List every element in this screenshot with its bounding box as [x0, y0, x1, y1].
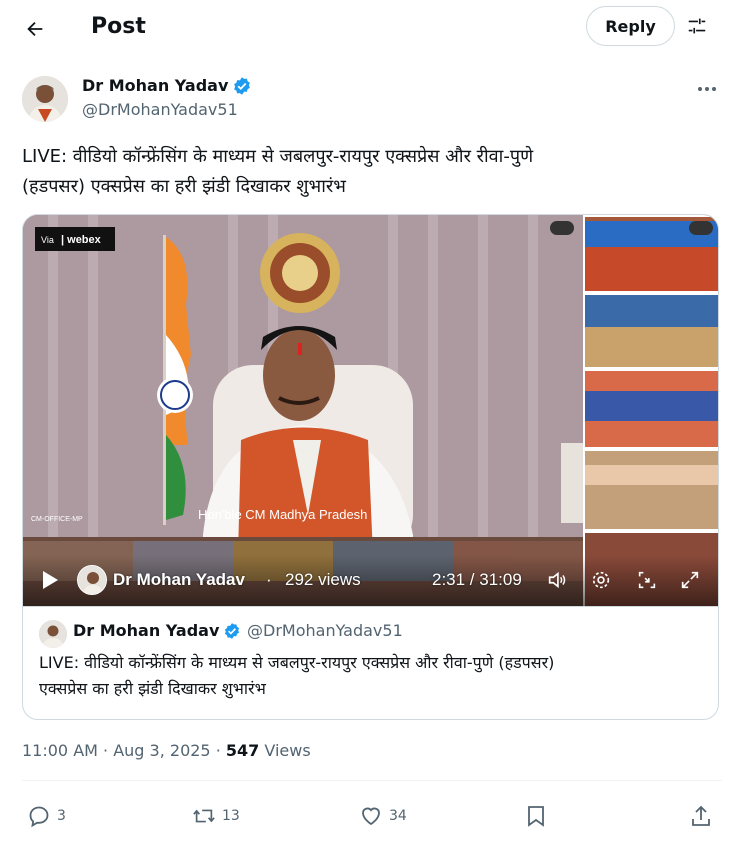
page-title: Post	[91, 14, 146, 39]
repost-action[interactable]: 13	[192, 804, 240, 828]
author-name[interactable]: Dr Mohan Yadav	[82, 75, 228, 97]
post-meta: 11:00 AM · Aug 3, 2025 · 547 Views	[22, 740, 311, 762]
divider	[22, 780, 722, 781]
heart-icon	[362, 807, 380, 826]
settings-icon	[592, 571, 610, 589]
fullscreen-button[interactable]	[678, 568, 702, 592]
miniplayer-icon	[638, 571, 656, 589]
action-bar: 3 13 34	[0, 800, 750, 836]
settings-button[interactable]	[589, 568, 613, 592]
back-arrow-icon	[27, 21, 43, 37]
repost-count: 13	[222, 808, 240, 824]
post-text-line: (हडपसर) एक्सप्रेस का हरी झंडी दिखाकर शुभ…	[22, 176, 346, 197]
post-header: Post Reply	[0, 0, 750, 56]
post-timestamp[interactable]: 11:00 AM · Aug 3, 2025 ·	[22, 741, 226, 760]
miniplayer-button[interactable]	[635, 568, 659, 592]
video-frame: Via | webex Hon'ble CM Madhya Pradesh CM…	[23, 215, 718, 606]
separator: ·	[266, 570, 272, 589]
video-caption: Hon'ble CM Madhya Pradesh	[198, 507, 367, 522]
video-player[interactable]: Via | webex Hon'ble CM Madhya Pradesh CM…	[23, 215, 718, 606]
channel-name[interactable]: Dr Mohan Yadav	[113, 569, 245, 591]
reply-action[interactable]: 3	[27, 804, 66, 828]
verified-badge-icon	[234, 77, 251, 95]
verified-badge-icon	[225, 623, 240, 639]
channel-avatar[interactable]	[77, 565, 107, 595]
back-button[interactable]	[18, 12, 52, 46]
svg-text:| webex: | webex	[61, 234, 102, 246]
author-row: Dr Mohan Yadav @DrMohanYadav51	[22, 72, 722, 128]
play-button[interactable]	[39, 568, 61, 592]
like-count: 34	[389, 808, 407, 824]
quoted-text-line: LIVE: वीडियो कॉन्फ्रेंसिंग के माध्यम से …	[39, 653, 555, 672]
quoted-text: LIVE: वीडियो कॉन्फ्रेंसिंग के माध्यम से …	[39, 650, 709, 702]
views-count[interactable]: 547	[226, 741, 259, 760]
bookmark-action[interactable]	[524, 804, 548, 828]
quoted-text-line: एक्सप्रेस का हरी झंडी दिखाकर शुभारंभ	[39, 679, 266, 698]
quoted-avatar	[39, 620, 67, 648]
reply-filter-button[interactable]	[684, 13, 710, 39]
quoted-handle: @DrMohanYadav51	[247, 621, 403, 640]
fullscreen-icon	[681, 571, 699, 589]
reply-icon	[29, 806, 49, 828]
volume-button[interactable]	[545, 568, 569, 592]
avatar[interactable]	[22, 76, 68, 122]
quote-card[interactable]: Via | webex Hon'ble CM Madhya Pradesh CM…	[22, 214, 719, 720]
author-handle[interactable]: @DrMohanYadav51	[82, 99, 238, 121]
quoted-post[interactable]: Dr Mohan Yadav @DrMohanYadav51 LIVE: वीड…	[23, 606, 718, 719]
more-horizontal-icon	[698, 87, 716, 91]
quoted-author-name: Dr Mohan Yadav	[73, 621, 220, 640]
video-time: 2:31 / 31:09	[432, 570, 522, 589]
reply-count: 3	[57, 808, 66, 824]
reply-button[interactable]: Reply	[586, 6, 675, 46]
video-views: 292 views	[285, 570, 361, 589]
views-label: Views	[259, 741, 311, 760]
sliders-icon	[688, 18, 706, 34]
volume-icon	[548, 571, 566, 589]
share-action[interactable]	[689, 804, 713, 828]
svg-text:Via: Via	[41, 235, 54, 245]
bookmark-icon	[528, 806, 544, 827]
quoted-author: Dr Mohan Yadav	[73, 620, 241, 642]
author-name-wrap[interactable]: Dr Mohan Yadav	[82, 75, 252, 97]
more-options-button[interactable]	[694, 78, 720, 100]
svg-text:CM-OFFICE-MP: CM-OFFICE-MP	[31, 516, 83, 523]
post-text: LIVE: वीडियो कॉन्फ्रेंसिंग के माध्यम से …	[22, 142, 722, 202]
repost-icon	[193, 809, 215, 823]
share-icon	[692, 805, 710, 826]
like-action[interactable]: 34	[359, 804, 407, 828]
post-text-line: LIVE: वीडियो कॉन्फ्रेंसिंग के माध्यम से …	[22, 146, 534, 167]
play-icon	[43, 571, 58, 589]
